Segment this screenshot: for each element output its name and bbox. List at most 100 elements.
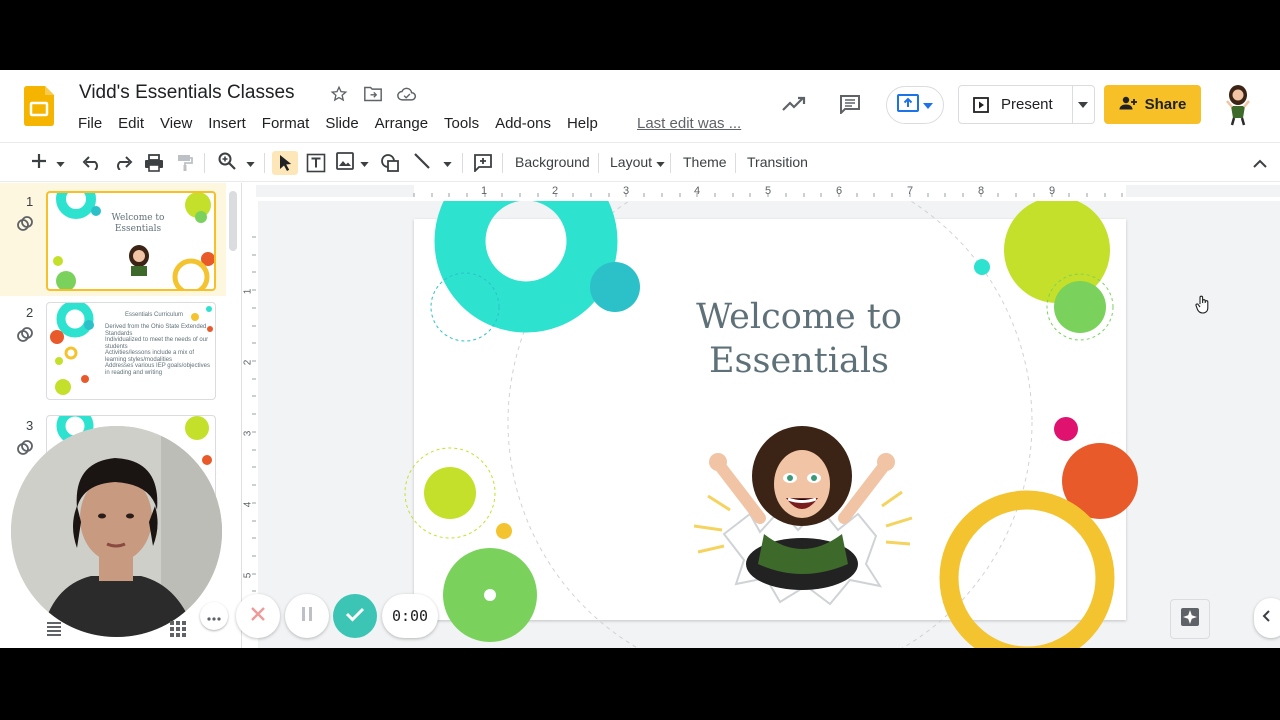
menu-bar: File Edit View Insert Format Slide Arran… [70, 113, 606, 134]
thumbnail-title: Welcome to Essentials [111, 213, 165, 234]
filmstrip-item-2[interactable]: 2 Essentials Curriculum Derived from the… [0, 296, 226, 409]
print-icon[interactable] [142, 151, 166, 175]
plus-icon [31, 153, 46, 173]
side-panel-toggle[interactable] [1254, 598, 1280, 638]
close-icon [250, 606, 266, 627]
filmstrip-item-1[interactable]: 1 Welcome to Essentials [0, 183, 226, 296]
slides-app: Vidd's Essentials Classes File Edit View… [0, 70, 1280, 648]
ruler-label: 2 [552, 185, 559, 197]
recording-timer: 0:00 [382, 594, 438, 638]
chevron-down-icon [923, 96, 933, 114]
menu-format[interactable]: Format [254, 113, 318, 134]
background-button[interactable]: Background [515, 154, 590, 170]
share-button[interactable]: Share [1104, 85, 1201, 124]
slide-thumbnail-1[interactable]: Welcome to Essentials [46, 191, 216, 291]
activity-dashboard-icon[interactable] [780, 86, 808, 122]
hand-cursor-icon [1195, 295, 1211, 320]
linked-slide-icon [16, 327, 34, 348]
chevron-down-icon [55, 154, 65, 172]
cloud-status-icon[interactable] [396, 83, 418, 105]
chevron-down-icon [359, 154, 369, 172]
current-slide[interactable]: Welcome to Essentials [414, 219, 1126, 620]
menu-arrange[interactable]: Arrange [367, 113, 436, 134]
ruler-label: 1 [481, 185, 488, 197]
slide-number: 2 [26, 305, 34, 320]
new-slide-button[interactable] [28, 151, 68, 175]
present-options-chevron-icon[interactable] [1078, 102, 1088, 108]
bitmoji-illustration[interactable] [680, 414, 920, 614]
hide-menus-chevron-up-icon[interactable] [1250, 151, 1270, 175]
meet-present-button[interactable] [886, 86, 944, 124]
menu-slide[interactable]: Slide [317, 113, 366, 134]
undo-icon[interactable] [80, 151, 104, 175]
document-title[interactable]: Vidd's Essentials Classes [79, 82, 295, 104]
shape-icon[interactable] [378, 151, 402, 175]
chevron-left-icon [1262, 609, 1270, 627]
thumbnail-bullet: Individualized to meet the needs of our … [105, 337, 209, 350]
check-icon [345, 606, 365, 627]
ruler-label: 8 [978, 185, 985, 197]
menu-view[interactable]: View [152, 113, 200, 134]
select-cursor-icon[interactable] [272, 151, 298, 175]
slide-title[interactable]: Welcome to Essentials [614, 295, 984, 383]
text-box-icon[interactable] [304, 151, 328, 175]
present-label: Present [1001, 96, 1053, 113]
theme-button[interactable]: Theme [683, 154, 727, 170]
menu-insert[interactable]: Insert [200, 113, 254, 134]
redo-icon[interactable] [111, 151, 135, 175]
paint-format-icon[interactable] [173, 151, 197, 175]
slide-thumbnail-2[interactable]: Essentials Curriculum Derived from the O… [46, 302, 216, 400]
ruler-label: 4 [694, 185, 701, 197]
explore-sparkle-icon [1180, 607, 1200, 632]
menu-help[interactable]: Help [559, 113, 606, 134]
account-avatar[interactable] [1222, 84, 1254, 126]
menu-edit[interactable]: Edit [110, 113, 152, 134]
layout-button[interactable]: Layout [610, 154, 665, 170]
move-folder-icon[interactable] [362, 83, 384, 105]
horizontal-ruler[interactable]: 1 2 3 4 5 6 7 8 9 [256, 183, 1280, 201]
insert-image-button[interactable] [334, 151, 370, 175]
ruler-label: 4 [242, 501, 254, 508]
cancel-recording-button[interactable] [236, 594, 280, 638]
last-edit-link[interactable]: Last edit was ... [637, 115, 741, 132]
play-slideshow-icon [973, 96, 989, 113]
thumbnail-title: Essentials Curriculum [124, 312, 184, 318]
slide-number: 1 [26, 194, 34, 209]
present-button[interactable]: Present [958, 85, 1095, 124]
ruler-label: 5 [765, 185, 772, 197]
webcam-preview[interactable] [11, 426, 222, 637]
present-to-meeting-icon [897, 93, 919, 117]
linked-slide-icon [16, 216, 34, 237]
add-comment-icon[interactable] [471, 151, 495, 175]
more-horizontal-icon [207, 608, 221, 624]
finish-recording-button[interactable] [333, 594, 377, 638]
chevron-down-icon [656, 154, 665, 170]
share-person-icon [1119, 96, 1137, 114]
slides-logo-icon[interactable] [24, 86, 54, 126]
editing-toolbar: Background Layout Theme Transition [0, 142, 1280, 182]
explore-button[interactable] [1170, 599, 1210, 639]
zoom-button[interactable] [214, 151, 258, 175]
recorder-more-button[interactable] [200, 602, 228, 630]
image-icon [335, 151, 354, 175]
zoom-icon [218, 152, 236, 175]
ruler-label: 2 [242, 359, 254, 366]
line-tool-button[interactable] [410, 151, 454, 175]
filmstrip-view-icon[interactable] [46, 622, 62, 641]
ruler-label: 3 [623, 185, 630, 197]
grid-view-icon[interactable] [170, 621, 186, 642]
layout-label: Layout [610, 154, 653, 170]
menu-file[interactable]: File [70, 113, 110, 134]
star-icon[interactable] [328, 83, 350, 105]
slide-title-line2: Essentials [708, 341, 889, 381]
pause-icon [300, 606, 314, 627]
filmstrip-scrollbar[interactable] [229, 191, 237, 251]
comment-history-icon[interactable] [836, 86, 864, 122]
line-icon [413, 152, 431, 175]
menu-tools[interactable]: Tools [436, 113, 487, 134]
ruler-label: 5 [242, 572, 254, 579]
transition-button[interactable]: Transition [747, 154, 808, 170]
pause-recording-button[interactable] [285, 594, 329, 638]
menu-add-ons[interactable]: Add-ons [487, 113, 559, 134]
vertical-ruler[interactable]: 1 2 3 4 5 [242, 201, 258, 648]
